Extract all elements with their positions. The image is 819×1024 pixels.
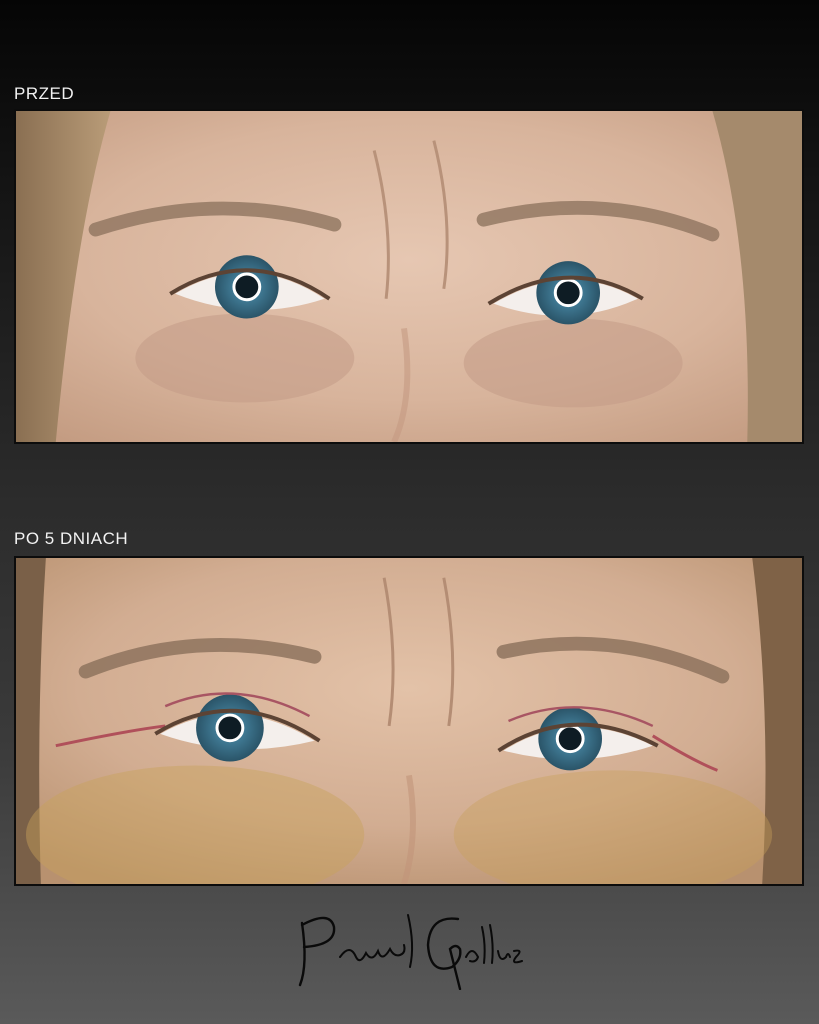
before-photo — [14, 109, 804, 444]
after-label: PO 5 DNIACH — [14, 529, 129, 548]
after-photo — [14, 556, 804, 886]
before-after-page: PRZED PO 5 DNIACH — [0, 0, 819, 1024]
before-label: PRZED — [14, 84, 75, 103]
before-eyes-image — [16, 111, 802, 442]
signature-logo — [298, 914, 523, 990]
after-eyes-image — [16, 558, 802, 884]
